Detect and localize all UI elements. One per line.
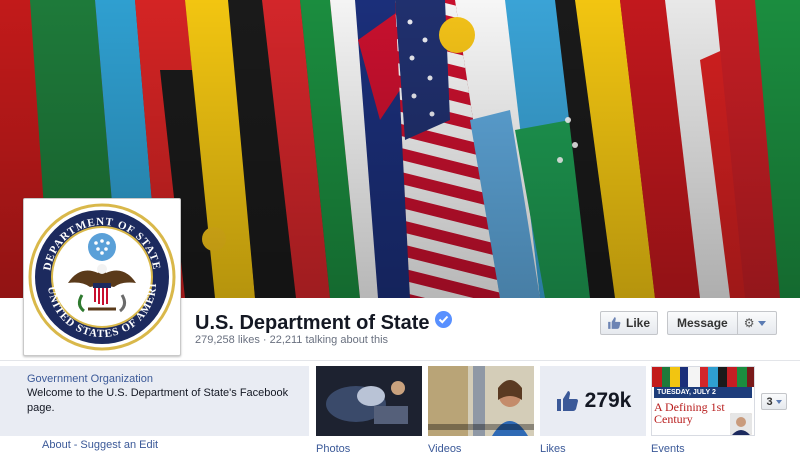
videos-thumbnail [428,366,534,436]
photos-tile[interactable] [316,366,422,436]
thumbs-up-icon [556,391,578,411]
events-date-banner: TUESDAY, JULY 2 [654,387,752,398]
like-button[interactable]: Like [600,311,658,335]
chevron-down-icon [758,320,767,326]
likes-tile[interactable]: 279k [540,366,646,436]
department-of-state-seal-logo: DEPARTMENT OF STATE UNITED STATES OF AME… [24,194,176,351]
events-title: A Defining 1st Century [654,400,725,426]
about-box: Government Organization Welcome to the U… [0,366,309,436]
videos-tile[interactable] [428,366,534,436]
page-name-text: U.S. Department of State [195,312,430,334]
suggest-edit-link[interactable]: Suggest an Edit [80,439,158,451]
events-label[interactable]: Events [651,443,685,455]
category-link[interactable]: Government Organization [27,373,309,385]
profile-picture[interactable]: DEPARTMENT OF STATE UNITED STATES OF AME… [23,194,181,356]
like-button-label: Like [626,316,651,330]
header-divider [0,360,800,361]
verified-badge-icon [435,311,453,328]
likes-label[interactable]: Likes [540,443,566,455]
photos-label[interactable]: Photos [316,443,350,455]
chevron-down-icon [775,399,782,404]
photos-thumbnail [316,366,422,436]
link-separator: - [73,439,78,451]
events-tile[interactable]: TUESDAY, JULY 2 A Defining 1st Century [651,366,755,436]
message-button[interactable]: Message ⚙ [667,311,777,335]
thumbs-up-icon [608,317,621,329]
message-button-label: Message [677,316,728,330]
likes-count: 279k [584,389,632,412]
events-person-thumbnail [730,413,752,435]
gear-icon: ⚙ [743,316,755,330]
about-links: About - Suggest an Edit [42,439,158,451]
page-stats: 279,258 likes · 22,211 talking about thi… [195,334,389,346]
more-apps-button[interactable]: 3 [761,393,787,410]
events-flags-banner [652,367,754,387]
videos-label[interactable]: Videos [428,443,461,455]
more-apps-count: 3 [766,395,773,408]
about-description: Welcome to the U.S. Department of State'… [27,387,289,414]
settings-dropdown[interactable]: ⚙ [738,312,773,334]
about-link[interactable]: About [42,439,71,451]
page-title: U.S. Department of State [195,311,453,335]
